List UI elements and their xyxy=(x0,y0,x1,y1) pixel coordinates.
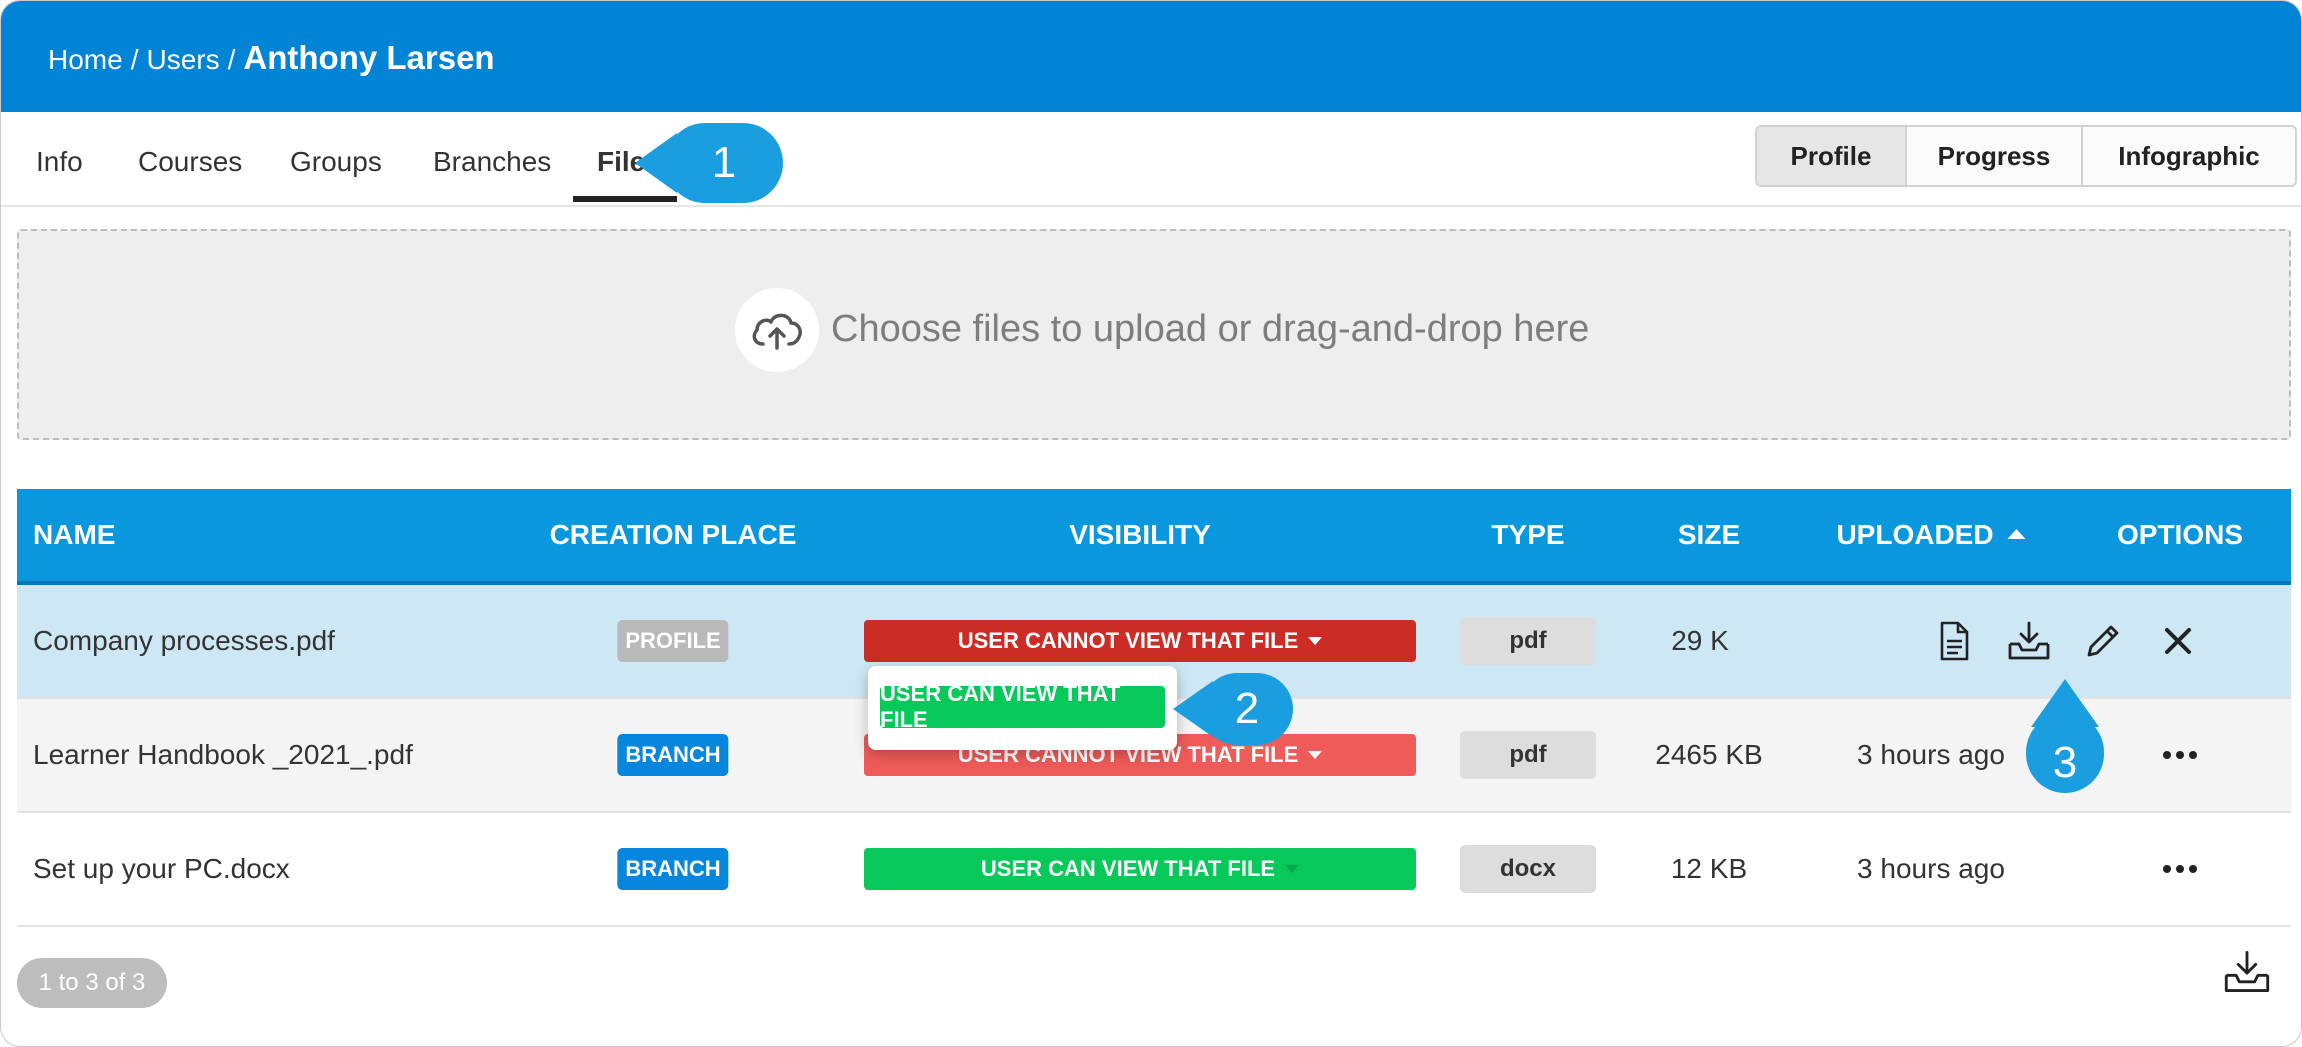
chevron-down-icon xyxy=(1308,751,1323,759)
column-header-uploaded[interactable]: UPLOADED xyxy=(1836,519,2026,551)
visibility-label: USER CANNOT VIEW THAT FILE xyxy=(957,628,1299,653)
upload-instructions: Choose files to upload or drag-and-drop … xyxy=(831,308,1590,350)
column-header-options: OPTIONS xyxy=(2116,519,2244,550)
chevron-down-icon xyxy=(1285,865,1300,873)
profile-view-button[interactable]: Profile xyxy=(1757,127,1907,185)
visibility-dropdown-menu: USER CAN VIEW THAT FILE xyxy=(868,666,1177,750)
file-size: 12 KB xyxy=(1670,853,1748,884)
tab-bar: Info Courses Groups Branches Files Profi… xyxy=(1,112,2301,207)
breadcrumb-separator: / xyxy=(227,44,236,75)
view-toggle: Profile Progress Infographic xyxy=(1755,125,2297,187)
breadcrumb-separator: / xyxy=(130,44,139,75)
creation-place-cell: BRANCH xyxy=(617,813,729,925)
callout-1: 1 xyxy=(635,123,783,203)
pagination-info: 1 to 3 of 3 xyxy=(17,958,167,1008)
callout-2: 2 xyxy=(1173,673,1293,745)
callout-3: 3 xyxy=(2026,679,2104,793)
file-size: 29 K xyxy=(1671,625,1729,656)
breadcrumb: Home / Users / Anthony Larsen xyxy=(48,39,495,77)
page-header: Home / Users / Anthony Larsen xyxy=(1,1,2301,112)
delete-close-icon[interactable] xyxy=(2156,619,2200,663)
file-type-badge: pdf xyxy=(1460,617,1596,665)
sort-ascending-icon xyxy=(2007,528,2026,539)
chevron-down-icon xyxy=(1308,637,1323,645)
column-header-uploaded-label: UPLOADED xyxy=(1836,519,1994,550)
table-row[interactable]: Set up your PC.docx BRANCH USER CAN VIEW… xyxy=(17,813,2291,927)
page-title: Anthony Larsen xyxy=(243,39,495,76)
preview-file-icon[interactable] xyxy=(1932,619,1976,663)
infographic-view-button[interactable]: Infographic xyxy=(2083,127,2295,185)
type-cell: pdf xyxy=(1460,699,1596,811)
creation-place-cell: BRANCH xyxy=(617,699,729,811)
table-header: NAME CREATION PLACE VISIBILITY TYPE SIZE… xyxy=(17,489,2291,585)
visibility-option-can-view[interactable]: USER CAN VIEW THAT FILE xyxy=(880,681,1165,732)
upload-dropzone[interactable]: Choose files to upload or drag-and-drop … xyxy=(17,229,2291,440)
creation-place-badge: BRANCH xyxy=(617,734,729,776)
tab-branches[interactable]: Branches xyxy=(433,146,551,178)
type-cell: pdf xyxy=(1460,585,1596,697)
file-size: 2465 KB xyxy=(1655,739,1763,770)
uploaded-time: 3 hours ago xyxy=(1857,739,2005,770)
file-name[interactable]: Learner Handbook _2021_.pdf xyxy=(33,699,413,811)
column-header-visibility[interactable]: VISIBILITY xyxy=(1069,519,1211,551)
creation-place-badge: PROFILE xyxy=(617,620,729,662)
breadcrumb-users[interactable]: Users xyxy=(146,44,219,76)
uploaded-time: 3 hours ago xyxy=(1857,853,2005,884)
active-tab-indicator xyxy=(573,196,677,202)
file-name[interactable]: Set up your PC.docx xyxy=(33,813,290,925)
column-header-type[interactable]: TYPE xyxy=(1491,519,1564,551)
progress-view-button[interactable]: Progress xyxy=(1907,127,2083,185)
column-header-creation-place[interactable]: CREATION PLACE xyxy=(550,519,797,551)
user-files-page: Home / Users / Anthony Larsen Info Cours… xyxy=(0,0,2302,1047)
type-cell: docx xyxy=(1460,813,1596,925)
download-file-icon[interactable] xyxy=(2007,619,2051,663)
tab-info[interactable]: Info xyxy=(36,146,83,178)
creation-place-cell: PROFILE xyxy=(617,585,729,697)
tab-courses[interactable]: Courses xyxy=(138,146,242,178)
more-options-icon[interactable] xyxy=(2158,847,2202,891)
file-type-badge: docx xyxy=(1460,845,1596,893)
file-type-badge: pdf xyxy=(1460,731,1596,779)
more-options-icon[interactable] xyxy=(2158,733,2202,777)
edit-pencil-icon[interactable] xyxy=(2081,619,2125,663)
file-name[interactable]: Company processes.pdf xyxy=(33,585,335,697)
column-header-size[interactable]: SIZE xyxy=(1678,519,1740,551)
column-header-name[interactable]: NAME xyxy=(33,519,115,551)
tab-groups[interactable]: Groups xyxy=(290,146,382,178)
visibility-dropdown[interactable]: USER CANNOT VIEW THAT FILE xyxy=(864,620,1416,662)
breadcrumb-home[interactable]: Home xyxy=(48,44,123,76)
creation-place-badge: BRANCH xyxy=(617,848,729,890)
export-download-icon[interactable] xyxy=(2223,949,2273,999)
visibility-label: USER CAN VIEW THAT FILE xyxy=(980,856,1276,881)
cloud-upload-icon xyxy=(735,288,819,372)
visibility-cell: USER CAN VIEW THAT FILE xyxy=(864,813,1416,925)
visibility-dropdown[interactable]: USER CAN VIEW THAT FILE xyxy=(864,848,1416,890)
